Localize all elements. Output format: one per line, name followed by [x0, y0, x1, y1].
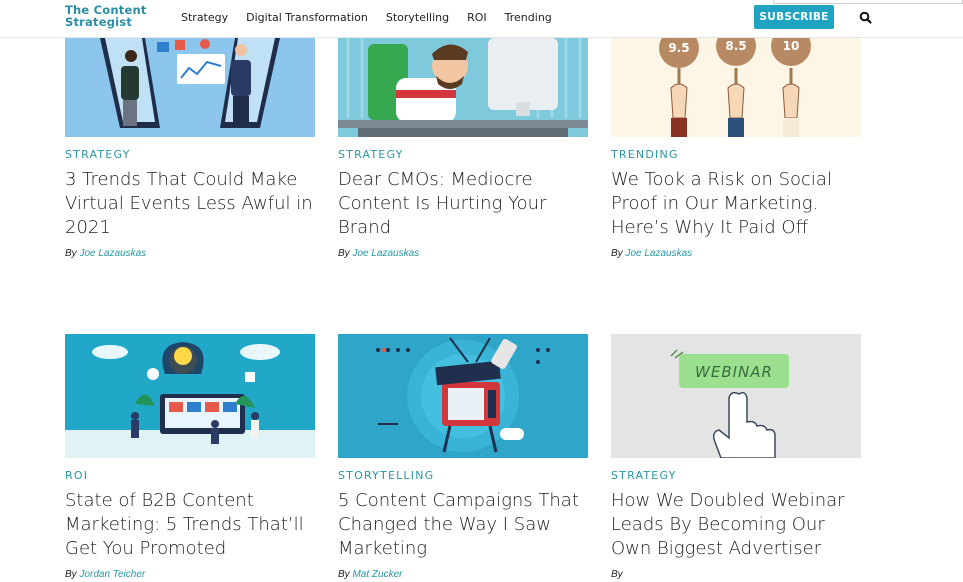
- article-author[interactable]: Mat Zucker: [352, 569, 402, 580]
- article-author[interactable]: Joe Lazauskas: [625, 248, 692, 259]
- nav-item-digital-transformation[interactable]: Digital Transformation: [246, 11, 368, 24]
- article-title[interactable]: We Took a Risk on Social Proof in Our Ma…: [611, 168, 861, 240]
- article-category[interactable]: STRATEGY: [338, 148, 588, 161]
- article-category[interactable]: STRATEGY: [611, 469, 861, 482]
- article-title[interactable]: Dear CMOs: Mediocre Content Is Hurting Y…: [338, 168, 588, 240]
- article-title[interactable]: How We Doubled Webinar Leads By Becoming…: [611, 489, 861, 561]
- article-image-virtual-events[interactable]: [65, 38, 315, 137]
- article-image-b2b-trends[interactable]: [65, 334, 315, 458]
- article-author[interactable]: Joe Lazauskas: [79, 248, 146, 259]
- article-title[interactable]: 3 Trends That Could Make Virtual Events …: [65, 168, 315, 240]
- article-card: 9.5 8.5 10 TRENDING We Took a Risk on So…: [611, 38, 861, 259]
- subscribe-button[interactable]: SUBSCRIBE: [754, 5, 834, 29]
- webinar-button-illustration: WEBINAR: [695, 363, 773, 381]
- article-image-content-campaigns[interactable]: [338, 334, 588, 458]
- article-image-webinar[interactable]: WEBINAR: [611, 334, 861, 458]
- article-category[interactable]: TRENDING: [611, 148, 861, 161]
- article-card: STRATEGY Dear CMOs: Mediocre Content Is …: [338, 38, 588, 259]
- article-card: WEBINAR STRATEGY How We Doubled Webinar …: [611, 334, 861, 580]
- byline-prefix: By: [338, 248, 350, 259]
- article-byline: By Joe Lazauskas: [338, 248, 588, 259]
- byline-prefix: By: [338, 569, 350, 580]
- article-image-social-proof[interactable]: 9.5 8.5 10: [611, 38, 861, 137]
- site-logo[interactable]: The Content Strategist: [65, 4, 165, 28]
- article-title[interactable]: 5 Content Campaigns That Changed the Way…: [338, 489, 588, 561]
- article-byline: By: [611, 569, 861, 580]
- article-card: ROI State of B2B Content Marketing: 5 Tr…: [65, 334, 315, 580]
- score-card-2: 8.5: [725, 39, 746, 53]
- nav-item-strategy[interactable]: Strategy: [181, 11, 228, 24]
- article-byline: By Mat Zucker: [338, 569, 588, 580]
- search-icon[interactable]: [858, 10, 874, 26]
- article-byline: By Joe Lazauskas: [611, 248, 861, 259]
- article-author[interactable]: Joe Lazauskas: [352, 248, 419, 259]
- site-header: The Content Strategist Strategy Digital …: [0, 0, 963, 38]
- article-byline: By Joe Lazauskas: [65, 248, 315, 259]
- article-category[interactable]: STORYTELLING: [338, 469, 588, 482]
- main-nav: Strategy Digital Transformation Storytel…: [181, 11, 570, 24]
- byline-prefix: By: [611, 248, 623, 259]
- article-byline: By Jordan Teicher: [65, 569, 315, 580]
- article-title[interactable]: State of B2B Content Marketing: 5 Trends…: [65, 489, 315, 561]
- article-category[interactable]: ROI: [65, 469, 315, 482]
- article-card: STORYTELLING 5 Content Campaigns That Ch…: [338, 334, 588, 580]
- article-category[interactable]: STRATEGY: [65, 148, 315, 161]
- score-card-3: 10: [783, 39, 800, 53]
- logo-line-2: Strategist: [65, 15, 133, 29]
- nav-item-trending[interactable]: Trending: [505, 11, 552, 24]
- article-card: STRATEGY 3 Trends That Could Make Virtua…: [65, 38, 315, 259]
- article-author[interactable]: Jordan Teicher: [79, 569, 145, 580]
- article-image-mediocre-content[interactable]: [338, 38, 588, 137]
- nav-item-roi[interactable]: ROI: [467, 11, 487, 24]
- byline-prefix: By: [611, 569, 623, 580]
- byline-prefix: By: [65, 569, 77, 580]
- nav-item-storytelling[interactable]: Storytelling: [386, 11, 449, 24]
- score-card-1: 9.5: [668, 41, 689, 55]
- byline-prefix: By: [65, 248, 77, 259]
- dropdown-panel-edge: [773, 0, 963, 4]
